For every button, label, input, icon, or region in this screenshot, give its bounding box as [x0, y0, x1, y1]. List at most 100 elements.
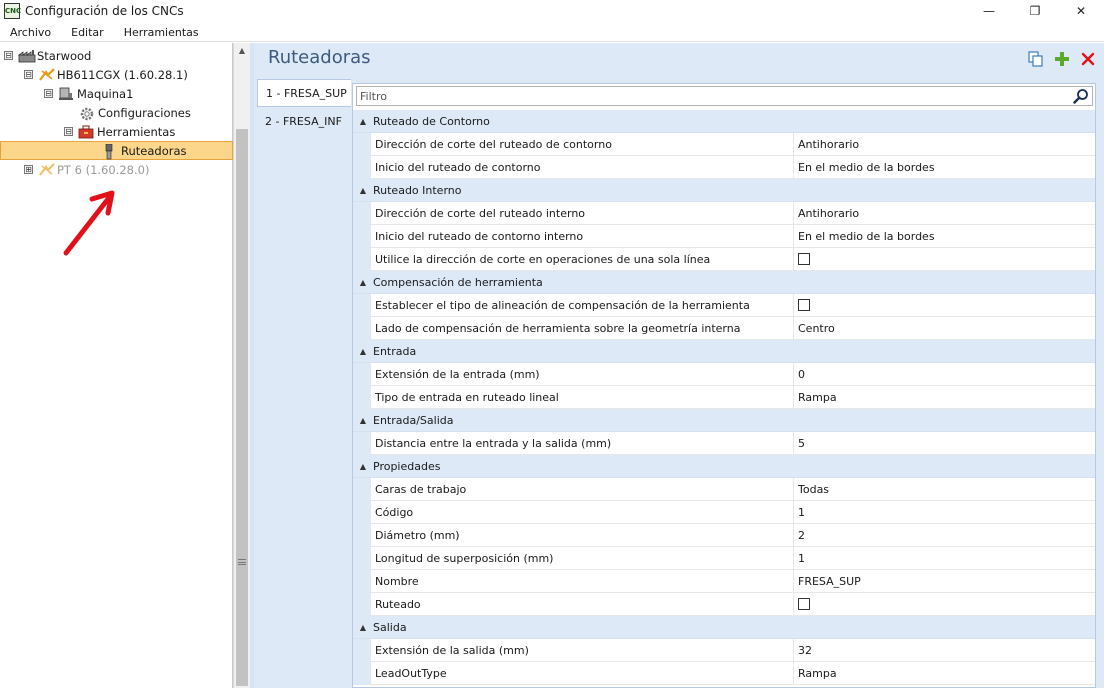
- category-row[interactable]: ▲ Salida: [353, 616, 1095, 639]
- category-row[interactable]: ▲ Entrada/Salida: [353, 409, 1095, 432]
- tree-expand-toggle[interactable]: ⊞: [24, 165, 33, 174]
- tree-node-label: Herramientas: [97, 124, 176, 139]
- property-row[interactable]: Caras de trabajo Todas: [353, 477, 1095, 501]
- property-row[interactable]: Distancia entre la entrada y la salida (…: [353, 431, 1095, 455]
- tool-tabs: 1 - FRESA_SUP 2 - FRESA_INF: [257, 79, 353, 135]
- scrollbar-thumb[interactable]: [236, 129, 248, 686]
- row-gutter: [353, 592, 371, 616]
- tree-scrollbar[interactable]: ▲: [233, 43, 250, 688]
- tree-node-starwood[interactable]: ⊟ Starwood: [4, 46, 91, 65]
- tab-fresa-inf[interactable]: 2 - FRESA_INF: [257, 107, 351, 135]
- property-row[interactable]: Extensión de la entrada (mm) 0: [353, 362, 1095, 386]
- collapse-arrow-icon[interactable]: ▲: [353, 416, 373, 425]
- property-row[interactable]: Utilice la dirección de corte en operaci…: [353, 247, 1095, 271]
- tree-collapse-toggle[interactable]: ⊟: [4, 51, 13, 60]
- row-gutter: [353, 661, 371, 685]
- toolbar: [1026, 49, 1098, 69]
- property-value[interactable]: En el medio de la bordes: [794, 225, 1095, 248]
- category-row[interactable]: ▲ Entrada: [353, 340, 1095, 363]
- property-checkbox[interactable]: [798, 598, 810, 610]
- tree-node-herramientas[interactable]: ⊟ Herramientas: [64, 122, 175, 141]
- property-value[interactable]: 1: [794, 501, 1095, 524]
- app-icon: CNC: [4, 3, 21, 19]
- collapse-arrow-icon[interactable]: ▲: [353, 347, 373, 356]
- collapse-arrow-icon[interactable]: ▲: [353, 278, 373, 287]
- property-row[interactable]: Código 1: [353, 500, 1095, 524]
- property-value[interactable]: 1: [794, 547, 1095, 570]
- property-name: Longitud de superposición (mm): [371, 546, 794, 570]
- property-value[interactable]: FRESA_SUP: [794, 570, 1095, 593]
- property-row[interactable]: Longitud de superposición (mm) 1: [353, 546, 1095, 570]
- property-grid: ▲ Ruteado de Contorno Dirección de corte d…: [353, 110, 1095, 685]
- row-gutter: [353, 546, 371, 570]
- property-value[interactable]: [794, 294, 1095, 317]
- property-value[interactable]: Antihorario: [794, 133, 1095, 156]
- tree-collapse-toggle[interactable]: ⊟: [64, 127, 73, 136]
- property-row[interactable]: Establecer el tipo de alineación de comp…: [353, 293, 1095, 317]
- property-row[interactable]: Nombre FRESA_SUP: [353, 569, 1095, 593]
- property-row[interactable]: Dirección de corte del ruteado de contor…: [353, 132, 1095, 156]
- red-arrow-annotation-icon: [63, 190, 115, 256]
- window-controls: — ❐ ✕: [966, 0, 1104, 22]
- search-icon[interactable]: [1073, 88, 1089, 104]
- machine-icon: [58, 87, 74, 101]
- menu-editar[interactable]: Editar: [61, 26, 114, 39]
- property-row[interactable]: Lado de compensación de herramienta sobr…: [353, 316, 1095, 340]
- property-name: Inicio del ruteado de contorno interno: [371, 224, 794, 248]
- property-row[interactable]: Inicio del ruteado de contorno interno En…: [353, 224, 1095, 248]
- property-name: Ruteado: [371, 592, 794, 616]
- property-value[interactable]: 32: [794, 639, 1095, 662]
- property-row[interactable]: Tipo de entrada en ruteado lineal Rampa: [353, 385, 1095, 409]
- property-row[interactable]: Dirección de corte del ruteado interno An…: [353, 201, 1095, 225]
- collapse-arrow-icon[interactable]: ▲: [353, 623, 373, 632]
- filter-input[interactable]: [357, 87, 1067, 105]
- property-row[interactable]: Extensión de la salida (mm) 32: [353, 638, 1095, 662]
- scroll-up-icon[interactable]: ▲: [234, 43, 250, 59]
- property-row[interactable]: Inicio del ruteado de contorno En el medi…: [353, 155, 1095, 179]
- tree-node-hb611cgx[interactable]: ⊟ HB611CGX (1.60.28.1): [24, 65, 188, 84]
- tab-fresa-sup[interactable]: 1 - FRESA_SUP: [257, 79, 351, 107]
- category-label: Ruteado Interno: [373, 183, 462, 197]
- property-value[interactable]: 0: [794, 363, 1095, 386]
- category-row[interactable]: ▲ Compensación de herramienta: [353, 271, 1095, 294]
- property-checkbox[interactable]: [798, 253, 810, 265]
- property-value[interactable]: En el medio de la bordes: [794, 156, 1095, 179]
- property-value[interactable]: 5: [794, 432, 1095, 455]
- property-value[interactable]: Rampa: [794, 662, 1095, 685]
- tree-collapse-toggle[interactable]: ⊟: [24, 70, 33, 79]
- delete-button[interactable]: [1078, 49, 1098, 69]
- tree-node-maquina1[interactable]: ⊟ Maquina1: [44, 84, 133, 103]
- copy-button[interactable]: [1026, 49, 1046, 69]
- delete-x-icon: [1081, 52, 1095, 66]
- tree-node-label: Configuraciones: [98, 105, 191, 120]
- scrollbar-grip-icon: [238, 559, 246, 565]
- property-value[interactable]: [794, 593, 1095, 616]
- tree-node-ruteadoras[interactable]: Ruteadoras: [0, 141, 233, 160]
- menu-archivo[interactable]: Archivo: [0, 26, 61, 39]
- property-value[interactable]: Centro: [794, 317, 1095, 340]
- property-row[interactable]: LeadOutType Rampa: [353, 661, 1095, 685]
- collapse-arrow-icon[interactable]: ▲: [353, 186, 373, 195]
- property-value[interactable]: Rampa: [794, 386, 1095, 409]
- add-button[interactable]: [1052, 49, 1072, 69]
- property-value[interactable]: Todas: [794, 478, 1095, 501]
- category-row[interactable]: ▲ Ruteado de Contorno: [353, 110, 1095, 133]
- menu-herramientas[interactable]: Herramientas: [114, 26, 209, 39]
- tree-collapse-toggle[interactable]: ⊟: [44, 89, 53, 98]
- tree-node-configuraciones[interactable]: Configuraciones: [79, 103, 191, 122]
- collapse-arrow-icon[interactable]: ▲: [353, 462, 373, 471]
- property-value[interactable]: 2: [794, 524, 1095, 547]
- property-name: LeadOutType: [371, 661, 794, 685]
- category-row[interactable]: ▲ Ruteado Interno: [353, 179, 1095, 202]
- category-row[interactable]: ▲ Propiedades: [353, 455, 1095, 478]
- property-checkbox[interactable]: [798, 299, 810, 311]
- property-value[interactable]: [794, 248, 1095, 271]
- collapse-arrow-icon[interactable]: ▲: [353, 117, 373, 126]
- minimize-button[interactable]: —: [966, 0, 1012, 22]
- close-button[interactable]: ✕: [1058, 0, 1104, 22]
- property-row[interactable]: Ruteado: [353, 592, 1095, 616]
- restore-button[interactable]: ❐: [1012, 0, 1058, 22]
- property-value[interactable]: Antihorario: [794, 202, 1095, 225]
- property-row[interactable]: Diámetro (mm) 2: [353, 523, 1095, 547]
- tree-node-pt6[interactable]: ⊞ PT 6 (1.60.28.0): [24, 160, 149, 179]
